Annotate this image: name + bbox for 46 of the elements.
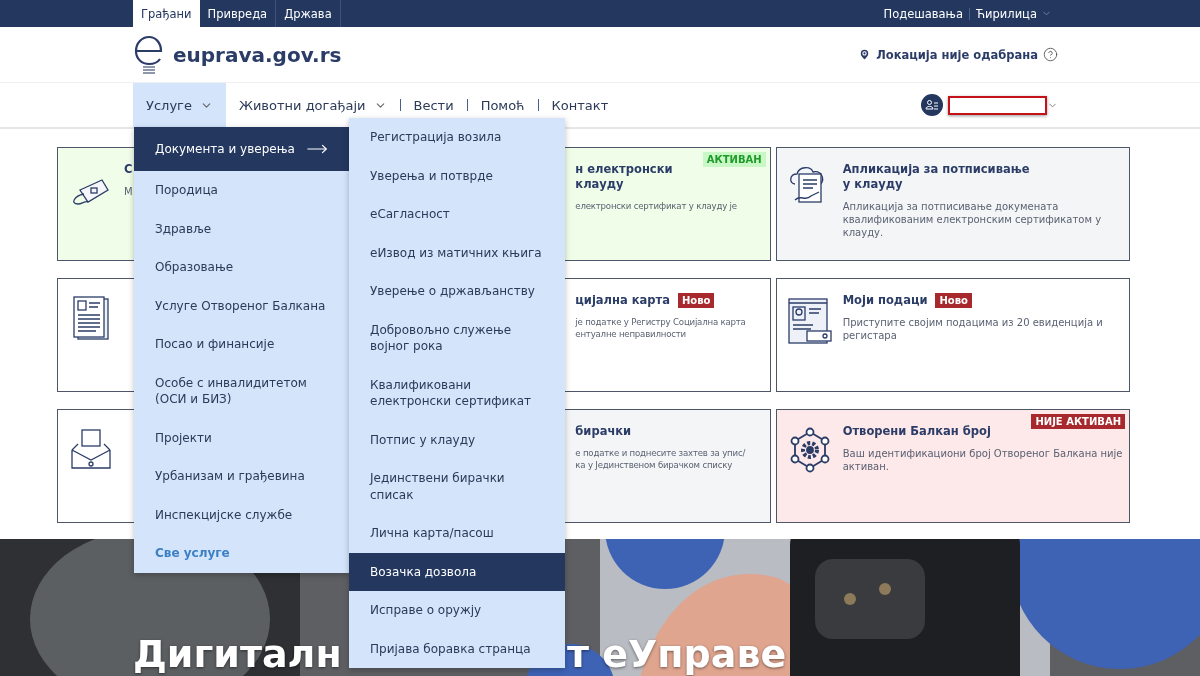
status-badge: НИЈЕ АКТИВАН — [1031, 414, 1125, 429]
category-menu-item[interactable]: Породица — [134, 171, 349, 210]
card-description: Приступите својим подацима из 20 евиденција и регистара — [842, 316, 1104, 342]
submenu-item[interactable]: Возачка дозвола — [349, 552, 565, 591]
new-badge: Ново — [677, 293, 715, 308]
category-menu-item[interactable]: Урбанизам и грађевина — [134, 457, 349, 496]
category-menu-item[interactable]: Инспекцијске службе — [134, 495, 349, 534]
card-description: је податке у Регистру Социјална карта ентуалне неправилности — [575, 316, 746, 340]
category-menu-item[interactable]: Особе с инвалидитетом (ОСИ и БИЗ) — [134, 363, 349, 419]
card-title: Апликација за потписивање у клауду — [842, 162, 1030, 192]
submenu-item[interactable]: Исправе о оружју — [349, 591, 565, 630]
audience-tab[interactable]: Грађани — [133, 0, 200, 27]
language-select[interactable]: Ћирилица — [970, 6, 1058, 21]
service-card[interactable]: Моји подаци Ново Приступите својим подацима из 20 евиденција и регистара — [775, 278, 1130, 392]
service-card[interactable]: Апликација за потписивање у клауду Апликација за потписивање докумената квалификованим електронским сертификатом у клауду. — [775, 147, 1130, 261]
audience-tab[interactable]: Привреда — [199, 0, 277, 27]
category-menu-item[interactable]: Документа и уверења — [134, 127, 349, 171]
card-description: е податке и поднесите захтев за упис/ ка у Јединственом бирачком списку — [575, 447, 746, 471]
nav-item[interactable]: Услуге — [133, 83, 226, 127]
location-button[interactable]: Локација није одабрана — [858, 47, 1058, 62]
audience-tab[interactable]: Држава — [276, 0, 341, 27]
submenu-item[interactable]: Пријава боравка странца — [349, 629, 565, 668]
logo-icon — [133, 33, 165, 76]
status-badge: АКТИВАН — [702, 152, 766, 167]
card-title: бирачки — [575, 424, 632, 439]
hero-title: Дигиталн — [133, 632, 342, 676]
card-description: М — [124, 185, 133, 198]
settings-link[interactable]: Подешавања — [877, 6, 969, 21]
help-icon — [1043, 47, 1058, 62]
card-description: Ваш идентификациони број Отвореног Балкана није активан. — [842, 447, 1124, 473]
category-menu-item[interactable]: Посао и финансије — [134, 325, 349, 364]
card-title: Отворени Балкан број — [842, 424, 991, 439]
card-title: Моји подаци — [842, 293, 928, 308]
category-menu-item[interactable]: Здравље — [134, 209, 349, 248]
card-description: Апликација за потписивање докумената квалификованим електронским сертификатом у клауду. — [842, 200, 1103, 239]
service-card[interactable]: Отворени Балкан број Ваш идентификациони број Отвореног Балкана није активан. НИЈЕ АКТИВАН — [775, 409, 1130, 523]
category-menu-item[interactable]: Образовање — [134, 248, 349, 287]
card-title: цијална карта — [575, 293, 670, 308]
category-menu-item[interactable]: Услуге Отвореног Балкана — [134, 286, 349, 325]
user-icon[interactable] — [921, 94, 943, 116]
card-title: С — [124, 162, 133, 177]
site-logo[interactable]: euprava.gov.rs — [133, 33, 342, 76]
card-title: н електронски клауду — [575, 162, 673, 192]
category-menu-item[interactable]: Пројекти — [134, 418, 349, 457]
location-pin-icon — [858, 48, 872, 61]
new-badge: Ново — [935, 293, 972, 308]
